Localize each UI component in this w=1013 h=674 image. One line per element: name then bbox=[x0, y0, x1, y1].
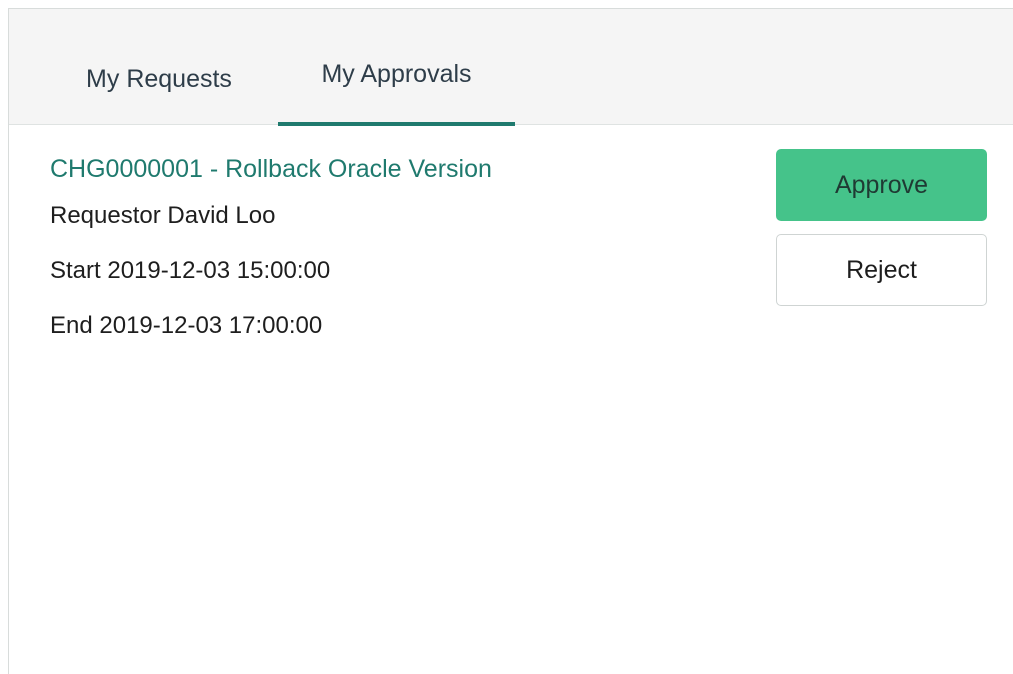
approval-item: CHG0000001 - Rollback Oracle Version Req… bbox=[9, 126, 1013, 366]
end-time-text: End 2019-12-03 17:00:00 bbox=[50, 312, 323, 339]
reject-button[interactable]: Reject bbox=[776, 234, 987, 306]
tab-bar: My Requests My Approvals bbox=[9, 9, 1013, 126]
change-request-link[interactable]: CHG0000001 - Rollback Oracle Version bbox=[50, 155, 492, 184]
approve-button[interactable]: Approve bbox=[776, 149, 987, 221]
tab-my-approvals[interactable]: My Approvals bbox=[278, 9, 515, 126]
tab-my-approvals-label: My Approvals bbox=[321, 60, 472, 88]
tab-my-requests[interactable]: My Requests bbox=[59, 9, 259, 125]
requestor-text: Requestor David Loo bbox=[50, 202, 276, 229]
tab-my-requests-label: My Requests bbox=[86, 65, 232, 93]
approvals-widget: My Requests My Approvals CHG0000001 - Ro… bbox=[8, 8, 1013, 674]
start-time-text: Start 2019-12-03 15:00:00 bbox=[50, 257, 331, 284]
